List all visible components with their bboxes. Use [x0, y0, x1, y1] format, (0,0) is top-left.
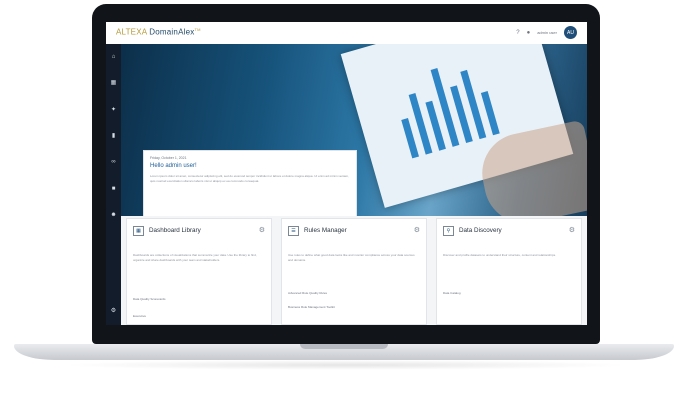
card-header: ☰ Rules Manager ⚙: [288, 226, 420, 238]
notification-icon[interactable]: ●: [527, 30, 531, 36]
card-link[interactable]: Executive: [133, 314, 146, 318]
card-title[interactable]: Data Discovery: [459, 227, 502, 234]
card-description: Dashboards are collections of visualizat…: [133, 253, 257, 262]
discovery-icon: ⚲: [443, 226, 454, 236]
card-data-discovery[interactable]: ⚲ Data Discovery ⚙ Discover and profile …: [436, 218, 582, 325]
top-actions: ? ● admin user AU: [516, 26, 577, 39]
welcome-date: Friday, October 1, 2021: [150, 156, 187, 160]
home-icon[interactable]: ⌂: [110, 54, 117, 61]
sidebar: ⌂ ▦ ✦ ▮ ∞ ■ ☻ ⚙: [106, 44, 121, 325]
book-icon[interactable]: ▮: [110, 133, 117, 140]
card-dashboard-library[interactable]: ▦ Dashboard Library ⚙ Dashboards are col…: [126, 218, 272, 325]
card-link[interactable]: Business Rule Management Toolkit: [288, 305, 335, 309]
help-icon[interactable]: ?: [516, 30, 519, 36]
app-screen: ALTEXA DomainAlexTM ? ● admin user AU ⌂ …: [106, 22, 587, 325]
card-link[interactable]: Data Quality Scorecards: [133, 297, 166, 301]
card-link[interactable]: Data Catalog: [443, 291, 461, 295]
dashboard-icon[interactable]: ▦: [110, 80, 117, 87]
laptop-shadow: [60, 360, 630, 370]
welcome-panel: Friday, October 1, 2021 Hello admin user…: [143, 150, 357, 216]
dashboard-icon: ▦: [133, 226, 144, 236]
logo-product: DomainAlex: [149, 27, 195, 37]
user-name[interactable]: admin user: [537, 30, 557, 35]
app-logo[interactable]: ALTEXA DomainAlexTM: [116, 27, 201, 37]
wrench-icon[interactable]: ✦: [110, 107, 117, 114]
gear-icon[interactable]: ⚙: [259, 226, 265, 234]
gear-icon[interactable]: ⚙: [414, 226, 420, 234]
card-title[interactable]: Dashboard Library: [149, 227, 201, 234]
card-header: ⚲ Data Discovery ⚙: [443, 226, 575, 238]
card-description: Discover and profile datasets to underst…: [443, 253, 556, 257]
hero-banner: Friday, October 1, 2021 Hello admin user…: [121, 44, 587, 216]
rules-icon: ☰: [288, 226, 299, 236]
logo-mark: TM: [194, 27, 201, 32]
users-icon[interactable]: ☻: [110, 212, 117, 219]
link-icon[interactable]: ∞: [110, 159, 117, 166]
gear-icon[interactable]: ⚙: [569, 226, 575, 234]
laptop-notch: [300, 344, 388, 349]
card-link[interactable]: Advanced Rule Quality Rules: [288, 291, 327, 295]
avatar[interactable]: AU: [564, 26, 577, 39]
card-description: Use rules to define what good data looks…: [288, 253, 415, 262]
card-title[interactable]: Rules Manager: [304, 227, 347, 234]
card-header: ▦ Dashboard Library ⚙: [133, 226, 265, 238]
box-icon[interactable]: ■: [110, 186, 117, 193]
card-rules-manager[interactable]: ☰ Rules Manager ⚙ Use rules to define wh…: [281, 218, 427, 325]
logo-prefix: ALTEXA: [116, 27, 147, 37]
welcome-description: Lorem ipsum dolor sit amet, consectetur …: [150, 174, 349, 183]
settings-icon[interactable]: ⚙: [110, 308, 117, 315]
welcome-greeting: Hello admin user!: [150, 163, 197, 169]
top-bar: ALTEXA DomainAlexTM ? ● admin user AU: [106, 22, 587, 45]
